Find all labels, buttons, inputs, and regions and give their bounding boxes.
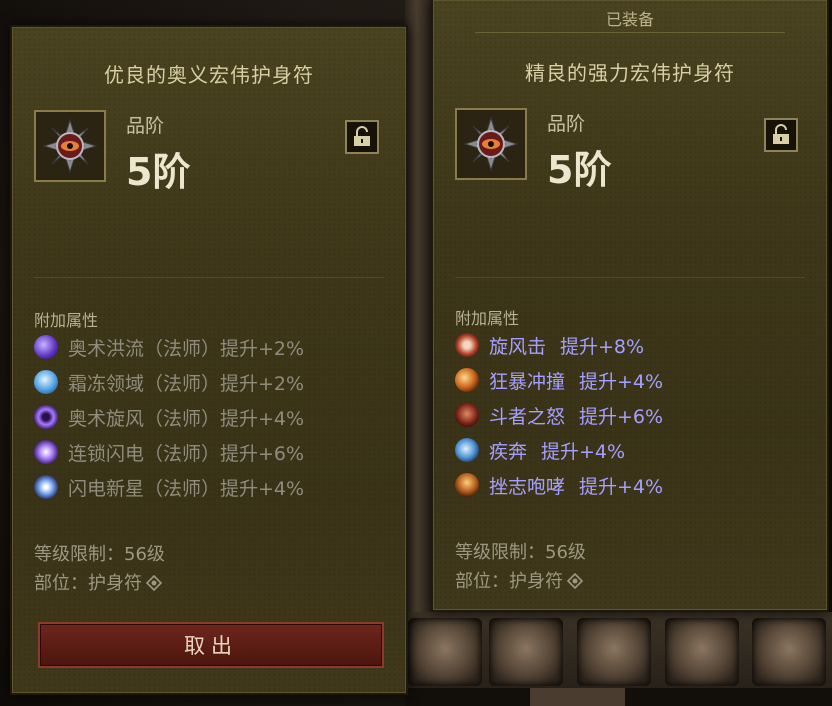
affix-skill: 挫志咆哮	[489, 475, 566, 498]
chain-lightning-icon	[34, 440, 58, 464]
inventory-slot[interactable]	[665, 618, 739, 686]
affix-bonus: 提升+4%	[541, 440, 626, 463]
lock-toggle-button[interactable]	[764, 118, 798, 152]
item-icon-frame	[34, 110, 106, 182]
unlock-icon	[773, 124, 789, 144]
affix-text: 奥术洪流（法师）提升+2%	[68, 337, 305, 360]
divider	[475, 32, 785, 33]
inventory-slot[interactable]	[752, 618, 826, 686]
wrath-of-the-berserker-icon	[455, 403, 479, 427]
grade-label: 品阶	[547, 113, 586, 135]
remove-item-button[interactable]: 取出	[38, 622, 384, 668]
equipped-label: 已装备	[605, 10, 654, 29]
affix-bonus: 提升+8%	[560, 335, 645, 358]
amulet-slot-icon	[146, 575, 162, 591]
arcane-torrent-icon	[34, 335, 58, 359]
affix-bonus: 提升+6%	[579, 405, 664, 428]
lock-toggle-button[interactable]	[345, 120, 379, 154]
lightning-nova-icon	[34, 475, 58, 499]
affix-row: 连锁闪电（法师）提升+6%	[34, 438, 304, 466]
affix-text: 霜冻领域（法师）提升+2%	[68, 372, 305, 395]
section-label: 附加属性	[34, 311, 99, 330]
sprint-icon	[455, 438, 479, 462]
inventory-background-strip	[405, 0, 433, 706]
inventory-tab[interactable]	[530, 688, 625, 706]
level-requirement: 等级限制：56级	[455, 542, 586, 563]
affix-row: 闪电新星（法师）提升+4%	[34, 473, 304, 501]
item-icon-frame	[455, 108, 527, 180]
affix-skill: 疾奔	[489, 440, 528, 463]
affix-bonus: 提升+4%	[579, 370, 664, 393]
unlock-icon	[354, 126, 370, 146]
item-title: 优良的奥义宏伟护身符	[104, 63, 314, 87]
amulet-icon	[42, 118, 98, 174]
level-requirement: 等级限制：56级	[34, 544, 165, 565]
affix-row: 旋风击 提升+8%	[455, 331, 644, 359]
grade-value: 5阶	[547, 148, 612, 192]
affix-row: 疾奔 提升+4%	[455, 436, 625, 464]
item-tooltip-left: 优良的奥义宏伟护身符 品阶 5阶 附加属性 奥术洪流（法师）提升+2% 霜冻领域…	[10, 25, 408, 695]
whirlwind-icon	[455, 333, 479, 357]
inventory-slot[interactable]	[489, 618, 563, 686]
affix-skill: 旋风击	[489, 335, 547, 358]
divider	[455, 277, 805, 278]
item-slot: 部位：护身符	[34, 573, 142, 594]
affix-text: 连锁闪电（法师）提升+6%	[68, 442, 305, 465]
affix-row: 奥术洪流（法师）提升+2%	[34, 333, 304, 361]
divider	[34, 277, 384, 278]
arcane-vortex-icon	[34, 405, 58, 429]
amulet-slot-icon	[567, 573, 583, 589]
grade-label: 品阶	[126, 115, 165, 137]
affix-text: 闪电新星（法师）提升+4%	[68, 477, 305, 500]
affix-skill: 斗者之怒	[489, 405, 566, 428]
affix-skill: 狂暴冲撞	[489, 370, 566, 393]
amulet-icon	[463, 116, 519, 172]
item-slot: 部位：护身符	[455, 571, 563, 592]
item-slot-line: 部位：护身符	[455, 567, 583, 593]
inventory-slot[interactable]	[408, 618, 482, 686]
affix-row: 霜冻领域（法师）提升+2%	[34, 368, 304, 396]
grade-value: 5阶	[126, 150, 191, 194]
affix-bonus: 提升+4%	[579, 475, 664, 498]
inventory-slot[interactable]	[577, 618, 651, 686]
affix-row: 斗者之怒 提升+6%	[455, 401, 663, 429]
demoralizing-shout-icon	[455, 473, 479, 497]
furious-charge-icon	[455, 368, 479, 392]
affix-text: 奥术旋风（法师）提升+4%	[68, 407, 305, 430]
affix-row: 奥术旋风（法师）提升+4%	[34, 403, 304, 431]
frost-domain-icon	[34, 370, 58, 394]
item-title: 精良的强力宏伟护身符	[525, 61, 735, 85]
item-slot-line: 部位：护身符	[34, 569, 162, 595]
item-tooltip-right: 已装备 精良的强力宏伟护身符 品阶 5阶 附加属性 旋风击 提升+8% 狂暴冲撞…	[431, 0, 829, 612]
section-label: 附加属性	[455, 309, 520, 328]
affix-row: 狂暴冲撞 提升+4%	[455, 366, 663, 394]
affix-row: 挫志咆哮 提升+4%	[455, 471, 663, 499]
